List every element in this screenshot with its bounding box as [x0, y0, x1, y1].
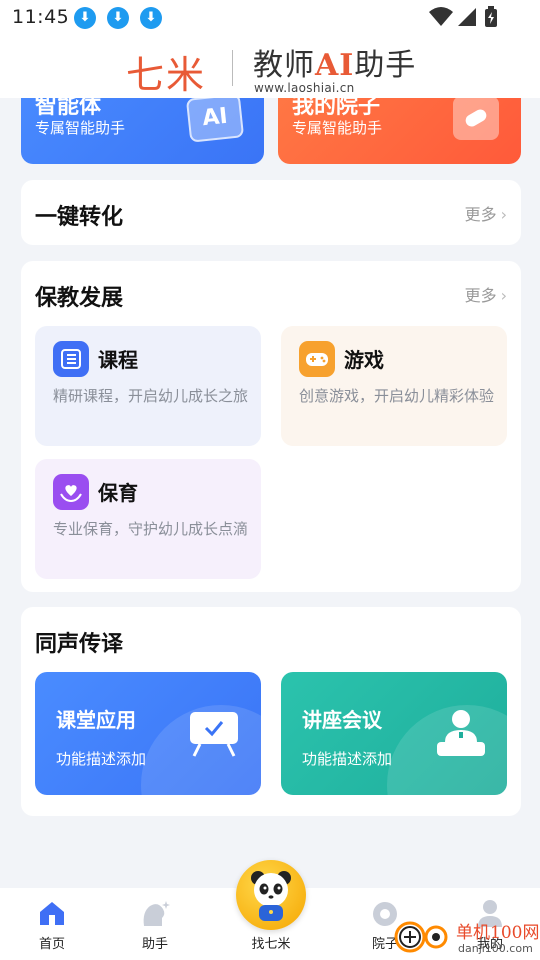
lecture-desc: 功能描述添加: [302, 750, 393, 768]
download-icon: ⬇: [107, 7, 129, 29]
classroom-card[interactable]: 课堂应用 功能描述添加: [35, 672, 261, 795]
brand-title: 教师AI助手: [253, 48, 417, 83]
quick-convert-panel: 一键转化 更多 ›: [21, 180, 521, 245]
status-bar: 11:45 ⬇ ⬇ ⬇: [0, 0, 540, 36]
game-tile[interactable]: 游戏 创意游戏，开启幼儿精彩体验: [281, 326, 507, 446]
cell-signal-icon: [458, 8, 476, 26]
interpretation-title: 同声传译: [35, 632, 124, 657]
pill-icon: [453, 96, 499, 140]
game-title: 游戏: [344, 348, 384, 372]
brand-divider: [232, 50, 233, 86]
quick-convert-title: 一键转化: [35, 205, 124, 230]
care-desc: 专业保育，守护幼儿成长点滴: [53, 520, 249, 538]
yard-card-subtitle: 专属智能助手: [292, 119, 383, 137]
battery-icon: [485, 6, 497, 27]
nav-assistant[interactable]: 助手: [115, 888, 195, 960]
nav-assistant-label: 助手: [141, 937, 168, 952]
care-title: 保育: [98, 481, 138, 505]
course-title: 课程: [98, 348, 138, 372]
development-title: 保教发展: [35, 286, 124, 311]
download-icon: ⬇: [74, 7, 96, 29]
wifi-icon: [429, 7, 453, 26]
whiteboard-icon: [190, 712, 238, 757]
brand-logo-text: 七米: [126, 53, 207, 97]
watermark-logo-icon: [394, 921, 448, 953]
watermark-text: 单机100网: [456, 923, 540, 943]
lecture-card[interactable]: 讲座会议 功能描述添加: [281, 672, 507, 795]
download-icon: ⬇: [140, 7, 162, 29]
game-desc: 创意游戏，开启幼儿精彩体验: [299, 387, 495, 405]
brand-url: www.laoshiai.cn: [254, 81, 355, 95]
agent-card-subtitle: 专属智能助手: [35, 119, 126, 137]
watermark-url: danji100.com: [458, 942, 533, 955]
panda-icon: [251, 871, 291, 921]
classroom-desc: 功能描述添加: [56, 750, 147, 768]
course-tile[interactable]: 课程 精研课程，开启幼儿成长之旅: [35, 326, 261, 446]
care-tile[interactable]: 保育 专业保育，守护幼儿成长点滴: [35, 459, 261, 579]
assistant-icon: [143, 901, 170, 926]
development-more-link[interactable]: 更多 ›: [465, 282, 507, 306]
nav-home[interactable]: 首页: [12, 888, 92, 960]
chevron-right-icon: ›: [500, 205, 507, 224]
course-icon: [53, 341, 89, 377]
status-time: 11:45: [12, 6, 70, 28]
heart-hand-icon: [53, 474, 89, 510]
interpretation-panel: 同声传译 课堂应用 功能描述添加 讲座会议 功能描述添加: [21, 607, 521, 816]
site-watermark: 单机100网 danji100.com: [392, 914, 540, 960]
brand-banner: 七米 教师AI助手 www.laoshiai.cn: [0, 36, 540, 98]
home-icon: [40, 902, 64, 925]
ai-icon: AI: [185, 93, 245, 143]
classroom-title: 课堂应用: [56, 708, 136, 732]
course-desc: 精研课程，开启幼儿成长之旅: [53, 387, 249, 405]
quick-convert-more-link[interactable]: 更多 ›: [465, 201, 507, 225]
gamepad-icon: [299, 341, 335, 377]
nav-find-qimi-label: 找七米: [251, 937, 291, 952]
nav-home-label: 首页: [38, 937, 65, 952]
speaker-podium-icon: [437, 710, 485, 756]
development-panel: 保教发展 更多 › 课程 精研课程，开启幼儿成长之旅 游戏 创意游戏，开启幼儿精彩…: [21, 261, 521, 592]
find-qimi-button[interactable]: [236, 860, 306, 930]
app-header: 11:45 ⬇ ⬇ ⬇ 七米 教师AI助手 www.laoshiai.cn: [0, 0, 540, 98]
chevron-right-icon: ›: [500, 286, 507, 305]
lecture-title: 讲座会议: [302, 708, 382, 732]
